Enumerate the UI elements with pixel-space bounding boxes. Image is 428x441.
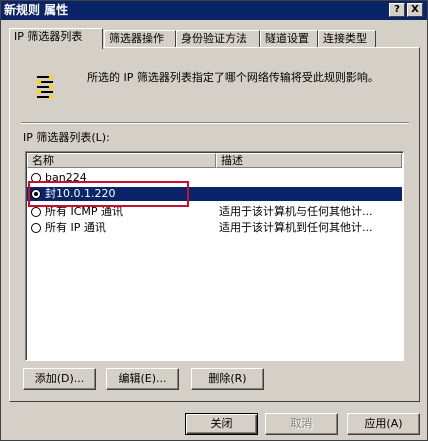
cancel-button[interactable]: 取消: [265, 413, 338, 435]
column-header-description[interactable]: 描述: [216, 153, 402, 168]
separator: [21, 122, 409, 124]
filter-list-icon: [37, 75, 53, 99]
radio-button[interactable]: [31, 223, 41, 233]
filter-list-label: IP 筛选器列表(L):: [23, 131, 110, 144]
apply-button[interactable]: 应用(A): [347, 413, 420, 435]
tab-auth-methods[interactable]: 身份验证方法: [176, 30, 260, 48]
list-item[interactable]: 所有 IP 通讯 适用于该计算机到任何其他计...: [27, 221, 402, 235]
column-header-name[interactable]: 名称: [27, 153, 216, 168]
add-button[interactable]: 添加(D)...: [23, 368, 96, 390]
item-description: 适用于该计算机与任何其他计...: [219, 205, 373, 218]
item-name: 所有 ICMP 通讯: [45, 205, 124, 218]
description-text: 所选的 IP 筛选器列表指定了哪个网络传输将受此规则影响。: [87, 71, 379, 84]
tab-tunnel-settings[interactable]: 隧道设置: [260, 30, 318, 48]
tab-ip-filter-list[interactable]: IP 筛选器列表: [9, 28, 103, 49]
remove-button[interactable]: 删除(R): [191, 368, 264, 390]
edit-button[interactable]: 编辑(E)...: [106, 368, 179, 390]
close-window-button[interactable]: X: [407, 3, 423, 17]
radio-button[interactable]: [31, 207, 41, 217]
close-button[interactable]: 关闭: [185, 413, 258, 435]
window-title: 新规则 属性: [4, 3, 69, 17]
properties-dialog: 新规则 属性 ? X IP 筛选器列表 筛选器操作 身份验证方法 隧道设置 连接…: [0, 0, 428, 441]
item-description: 适用于该计算机到任何其他计...: [219, 221, 373, 234]
list-item[interactable]: 所有 ICMP 通讯 适用于该计算机与任何其他计...: [27, 205, 402, 219]
title-bar: 新规则 属性 ? X: [1, 1, 427, 20]
help-button[interactable]: ?: [389, 3, 405, 17]
tab-connection-type[interactable]: 连接类型: [318, 30, 376, 48]
item-name: 所有 IP 通讯: [45, 221, 106, 234]
annotation-highlight-box: [28, 181, 189, 207]
tab-filter-action[interactable]: 筛选器操作: [104, 30, 176, 48]
